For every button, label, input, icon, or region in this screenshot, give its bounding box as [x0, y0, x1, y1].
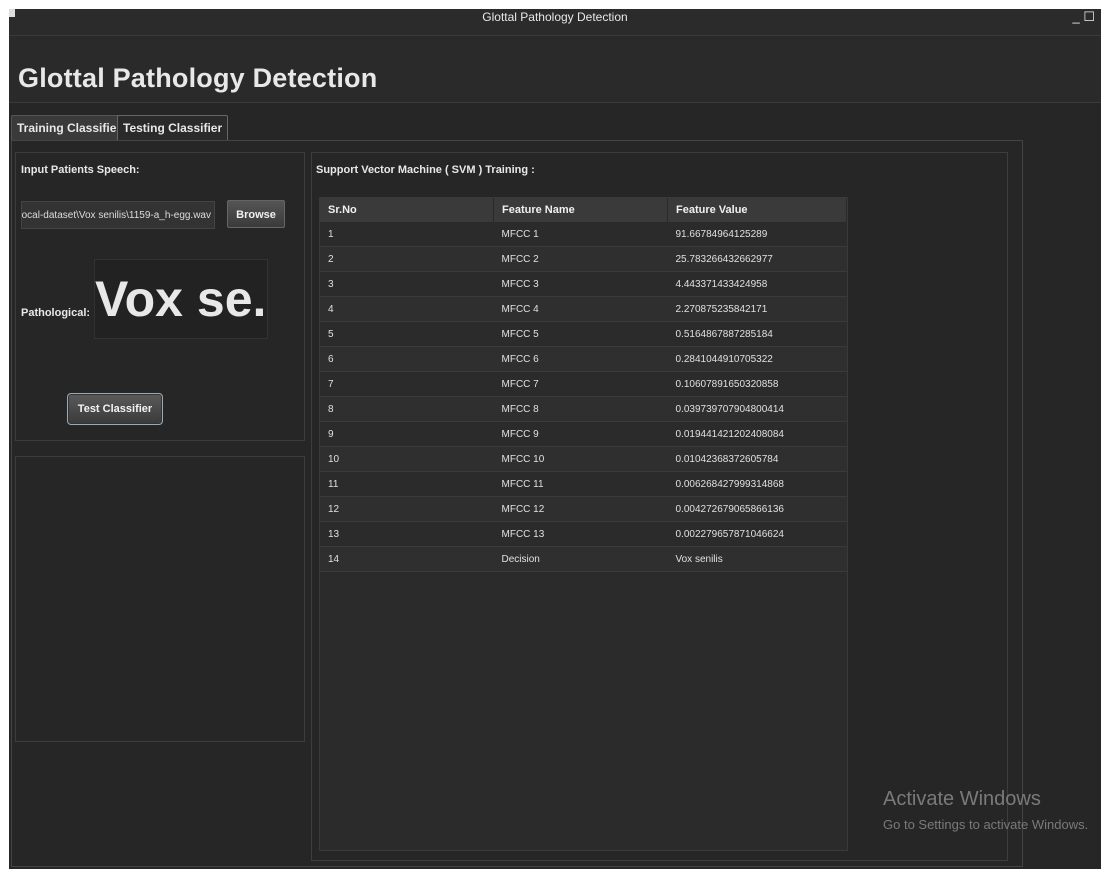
table-row[interactable]: 4 MFCC 4 2.270875235842171 [320, 296, 847, 322]
cell-srno: 11 [320, 471, 494, 497]
app-window: Glottal Pathology Detection _ ☐ Glottal … [9, 9, 1101, 869]
column-header-feature-value[interactable]: Feature Value [667, 198, 847, 222]
file-path-value: nt-vocal-dataset\Vox senilis\1159-a_h-eg… [21, 210, 211, 221]
activate-windows-subtitle: Go to Settings to activate Windows. [883, 817, 1089, 832]
cell-feature-name: MFCC 5 [493, 321, 668, 347]
cell-feature-value: 0.002279657871046624 [667, 521, 847, 547]
minimize-button[interactable]: _ ☐ [1073, 9, 1096, 25]
table-row[interactable]: 1 MFCC 1 91.66784964125289 [320, 222, 847, 247]
result-display: Vox se... [94, 259, 268, 339]
cell-feature-name: MFCC 4 [493, 296, 668, 322]
cell-feature-name: MFCC 1 [493, 222, 668, 247]
table-row[interactable]: 9 MFCC 9 0.019441421202408084 [320, 421, 847, 447]
cell-srno: 6 [320, 346, 494, 372]
table-row[interactable]: 10 MFCC 10 0.01042368372605784 [320, 446, 847, 472]
table-header-row: Sr.No Feature Name Feature Value [320, 198, 847, 222]
empty-panel [15, 456, 305, 742]
cell-feature-name: MFCC 7 [493, 371, 668, 397]
cell-srno: 13 [320, 521, 494, 547]
cell-srno: 9 [320, 421, 494, 447]
cell-feature-name: MFCC 13 [493, 521, 668, 547]
cell-srno: 4 [320, 296, 494, 322]
cell-feature-value: 4.443371433424958 [667, 271, 847, 297]
cell-feature-name: MFCC 12 [493, 496, 668, 522]
input-speech-label: Input Patients Speech: [21, 164, 140, 176]
page-title: Glottal Pathology Detection [18, 63, 378, 93]
table-row[interactable]: 5 MFCC 5 0.5164867887285184 [320, 321, 847, 347]
title-bar: Glottal Pathology Detection _ ☐ [9, 9, 1101, 36]
table-row[interactable]: 2 MFCC 2 25.783266432662977 [320, 246, 847, 272]
cell-feature-value: 25.783266432662977 [667, 246, 847, 272]
column-header-srno[interactable]: Sr.No [320, 198, 494, 222]
table-row[interactable]: 13 MFCC 13 0.002279657871046624 [320, 521, 847, 547]
test-classifier-button[interactable]: Test Classifier [67, 393, 163, 425]
pathological-label: Pathological: [21, 307, 91, 319]
file-path-field[interactable]: nt-vocal-dataset\Vox senilis\1159-a_h-eg… [21, 201, 215, 229]
table-row[interactable]: 3 MFCC 3 4.443371433424958 [320, 271, 847, 297]
cell-feature-value: 0.5164867887285184 [667, 321, 847, 347]
cell-srno: 10 [320, 446, 494, 472]
feature-table[interactable]: Sr.No Feature Name Feature Value 1 MFCC 1… [319, 197, 848, 851]
cell-feature-name: MFCC 9 [493, 421, 668, 447]
cell-feature-value: 0.2841044910705322 [667, 346, 847, 372]
cell-feature-name: MFCC 11 [493, 471, 668, 497]
column-header-feature-name[interactable]: Feature Name [493, 198, 668, 222]
activate-windows-title: Activate Windows [883, 788, 1041, 810]
cell-feature-value: 0.006268427999314868 [667, 471, 847, 497]
cell-feature-value: Vox senilis [667, 546, 847, 572]
tab-training-classifier[interactable]: Training Classifier [11, 115, 128, 140]
window-title: Glottal Pathology Detection [482, 10, 628, 24]
cell-srno: 7 [320, 371, 494, 397]
cell-feature-name: MFCC 6 [493, 346, 668, 372]
table-row[interactable]: 8 MFCC 8 0.039739707904800414 [320, 396, 847, 422]
cell-feature-name: MFCC 8 [493, 396, 668, 422]
cell-feature-name: MFCC 2 [493, 246, 668, 272]
cell-feature-value: 0.01042368372605784 [667, 446, 847, 472]
cell-srno: 5 [320, 321, 494, 347]
cell-feature-value: 0.039739707904800414 [667, 396, 847, 422]
cell-feature-name: MFCC 3 [493, 271, 668, 297]
cell-feature-value: 0.004272679065866136 [667, 496, 847, 522]
table-row[interactable]: 14 Decision Vox senilis [320, 546, 847, 572]
table-row[interactable]: 6 MFCC 6 0.2841044910705322 [320, 346, 847, 372]
cell-srno: 3 [320, 271, 494, 297]
cell-srno: 2 [320, 246, 494, 272]
cell-feature-name: MFCC 10 [493, 446, 668, 472]
cell-srno: 1 [320, 222, 494, 247]
app-header: Glottal Pathology Detection [9, 36, 1101, 103]
cell-feature-value: 2.270875235842171 [667, 296, 847, 322]
cell-feature-value: 91.66784964125289 [667, 222, 847, 247]
cell-feature-value: 0.10607891650320858 [667, 371, 847, 397]
tab-testing-classifier[interactable]: Testing Classifier [117, 115, 229, 140]
browse-button[interactable]: Browse [227, 200, 285, 228]
cell-feature-name: Decision [493, 546, 668, 572]
cell-feature-value: 0.019441421202408084 [667, 421, 847, 447]
table-row[interactable]: 11 MFCC 11 0.006268427999314868 [320, 471, 847, 497]
cell-srno: 8 [320, 396, 494, 422]
cell-srno: 14 [320, 546, 494, 572]
table-row[interactable]: 7 MFCC 7 0.10607891650320858 [320, 371, 847, 397]
table-row[interactable]: 12 MFCC 12 0.004272679065866136 [320, 496, 847, 522]
svm-training-label: Support Vector Machine ( SVM ) Training … [316, 164, 535, 176]
cell-srno: 12 [320, 496, 494, 522]
